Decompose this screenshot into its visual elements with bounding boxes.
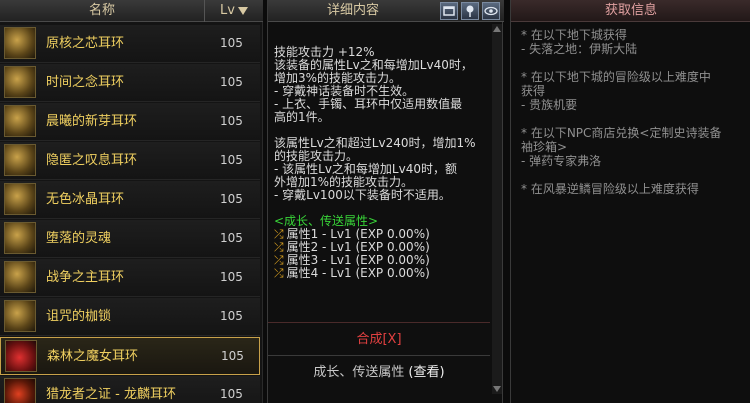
source-title: 获取信息 [511,0,750,22]
detail-header: 详细内容 [268,0,504,22]
view-link[interactable]: (查看) [408,365,444,380]
item-level: 105 [220,309,243,323]
list-item[interactable]: 战争之主耳环 105 [0,259,260,297]
detail-line: 高的1件。 [274,110,330,124]
source-line: - 贵族机要 [521,98,578,112]
attr-text: 属性2 - Lv1 (EXP 0.00%) [286,240,430,254]
source-line: * 在以下地下城获得 [521,28,627,42]
sort-desc-icon [237,6,248,15]
merge-button[interactable]: 合成[X] [268,322,490,356]
list-header: 名称 Lv [0,0,263,22]
item-name: 时间之念耳环 [46,75,125,90]
source-line: * 在风暴逆鳞冒险级以上难度获得 [521,182,699,196]
earring-icon [5,340,37,372]
earring-icon [4,261,36,293]
list-item[interactable]: 晨曦的新芽耳环 105 [0,103,260,141]
earring-icon [4,66,36,98]
source-line: * 在以下NPC商店兑换<定制史诗装备 [521,126,722,140]
item-level: 105 [220,387,243,401]
source-line: 获得 [521,84,546,98]
scroll-down-icon[interactable] [493,386,501,392]
source-panel: 获取信息 * 在以下地下城获得 - 失落之地：伊斯大陆 * 在以下地下城的冒险级… [510,0,750,403]
shuffle-icon: ⤮ [274,253,284,267]
detail-line: - 穿戴Lv100以下装备时不适用。 [274,188,451,202]
detail-scrollbar[interactable] [492,24,502,394]
item-level: 105 [220,270,243,284]
item-level: 105 [221,349,244,363]
source-text: * 在以下地下城获得 - 失落之地：伊斯大陆 * 在以下地下城的冒险级以上难度中… [521,28,743,196]
item-name: 森林之魔女耳环 [47,349,139,364]
earring-icon [4,222,36,254]
shuffle-icon: ⤮ [274,240,284,254]
item-name: 猎龙者之证 - 龙麟耳环 [46,387,176,402]
list-item[interactable]: 原核之芯耳环 105 [0,25,260,63]
list-item[interactable]: 隐匿之叹息耳环 105 [0,142,260,180]
item-name: 无色冰晶耳环 [46,192,125,207]
growth-footer-text: 成长、传送属性 [313,365,405,380]
list-item[interactable]: 猎龙者之证 - 龙麟耳环 105 [0,376,260,403]
window-icon[interactable] [440,2,458,20]
shuffle-icon: ⤮ [274,266,284,280]
item-name: 诅咒的枷锁 [46,309,112,324]
column-header-name[interactable]: 名称 [0,0,205,22]
detail-text: 技能攻击力 +12% 该装备的属性Lv之和每增加Lv40时， 增加3%的技能攻击… [274,46,490,280]
item-level: 105 [220,153,243,167]
source-line: - 失落之地：伊斯大陆 [521,42,638,56]
item-level: 105 [220,231,243,245]
shuffle-icon: ⤮ [274,227,284,241]
attr-text: 属性1 - Lv1 (EXP 0.00%) [286,227,430,241]
item-level: 105 [220,114,243,128]
scroll-up-icon[interactable] [493,26,501,32]
earring-icon [4,105,36,137]
earring-icon [4,27,36,59]
detail-title: 详细内容 [326,3,379,18]
list-item[interactable]: 诅咒的枷锁 105 [0,298,260,336]
item-list-panel: 名称 Lv 原核之芯耳环 105 时间之念耳环 105 晨曦的新芽耳环 105 … [0,0,263,403]
list-item-selected[interactable]: 森林之魔女耳环 105 [0,337,260,375]
source-line: * 在以下地下城的冒险级以上难度中 [521,70,711,84]
pin-icon[interactable] [461,2,479,20]
item-level: 105 [220,75,243,89]
growth-footer: 成长、传送属性 (查看) [268,358,490,388]
list-item[interactable]: 堕落的灵魂 105 [0,220,260,258]
earring-icon [4,378,36,403]
attr-text: 属性3 - Lv1 (EXP 0.00%) [286,253,430,267]
item-name: 晨曦的新芽耳环 [46,114,138,129]
item-name: 堕落的灵魂 [46,231,112,246]
column-header-lv[interactable]: Lv [205,0,263,22]
column-header-lv-label: Lv [220,3,235,18]
item-level: 105 [220,36,243,50]
item-level: 105 [220,192,243,206]
list-item[interactable]: 无色冰晶耳环 105 [0,181,260,219]
item-name: 战争之主耳环 [46,270,125,285]
source-line: - 弹药专家弗洛 [521,154,602,168]
attr-line: ⤮ 属性4 - Lv1 (EXP 0.00%) [274,267,490,280]
list-item[interactable]: 时间之念耳环 105 [0,64,260,102]
item-name: 隐匿之叹息耳环 [46,153,138,168]
detail-panel: 详细内容 技能攻击力 +12% 该装备的属性Lv之和每增加Lv40时， 增加3%… [267,0,504,403]
earring-icon [4,183,36,215]
earring-icon [4,300,36,332]
item-name: 原核之芯耳环 [46,36,125,51]
source-line: 袖珍箱> [521,140,568,154]
attr-text: 属性4 - Lv1 (EXP 0.00%) [286,266,430,280]
earring-icon [4,144,36,176]
eye-icon[interactable] [482,2,500,20]
